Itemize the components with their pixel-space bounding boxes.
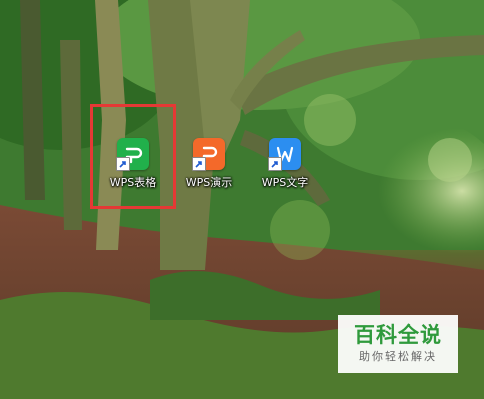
watermark-subtitle: 助你轻松解决 bbox=[359, 350, 437, 363]
spreadsheet-icon bbox=[116, 138, 149, 171]
desktop-icon-wps-presentation[interactable]: WPS演示 bbox=[177, 138, 241, 208]
shortcut-arrow-icon bbox=[192, 157, 206, 171]
desktop-icon-label: WPS表格 bbox=[109, 176, 157, 189]
watermark-logo: 百科全说 助你轻松解决 bbox=[338, 315, 458, 373]
desktop-icon-label: WPS文字 bbox=[261, 176, 309, 189]
shortcut-arrow-icon bbox=[116, 157, 130, 171]
writer-icon bbox=[268, 138, 301, 171]
desktop-icon-wps-writer[interactable]: WPS文字 bbox=[253, 138, 317, 208]
desktop-icon-label: WPS演示 bbox=[185, 176, 233, 189]
presentation-icon bbox=[192, 138, 225, 171]
desktop: WPS表格 WPS演示 WPS文字 百科全说 助你轻松解决 bbox=[0, 0, 484, 399]
watermark-title: 百科全说 bbox=[354, 323, 442, 347]
desktop-icon-wps-spreadsheet[interactable]: WPS表格 bbox=[101, 138, 165, 208]
shortcut-arrow-icon bbox=[268, 157, 282, 171]
